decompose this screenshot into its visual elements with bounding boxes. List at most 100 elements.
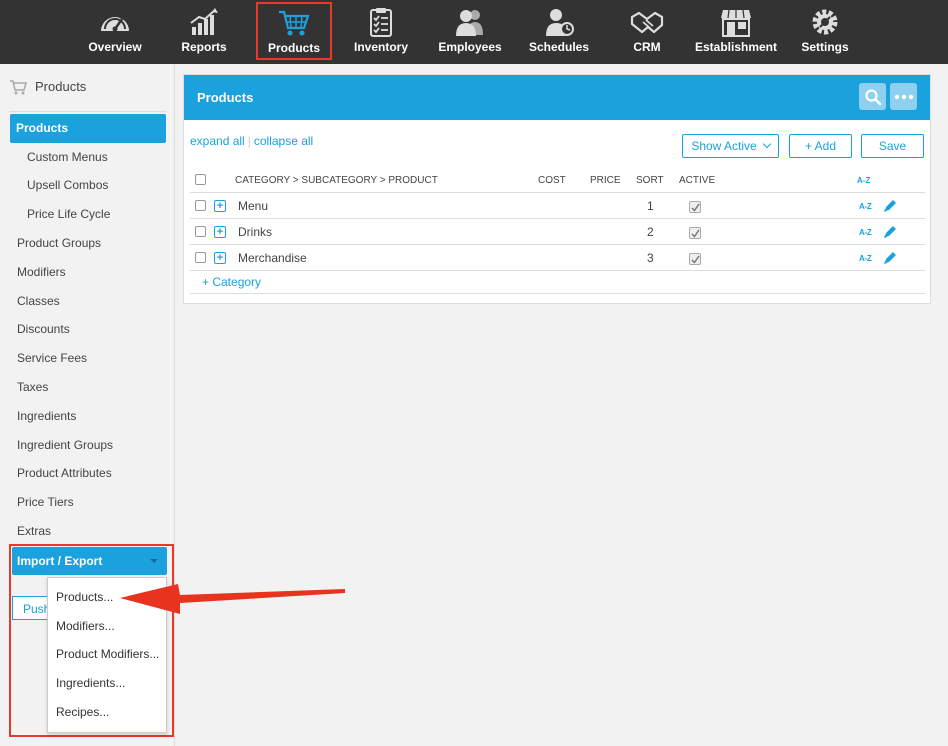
column-sort: SORT <box>636 175 664 186</box>
sort-az-all-button[interactable]: A-Z <box>857 176 870 185</box>
link-separator: | <box>247 134 251 148</box>
nav-overview-label: Overview <box>88 40 142 54</box>
row-name: Merchandise <box>238 251 307 265</box>
import-export-button[interactable]: Import / Export <box>12 547 167 575</box>
sidebar-item-discounts[interactable]: Discounts <box>17 322 70 336</box>
active-checkbox[interactable] <box>689 201 701 213</box>
sidebar-item-product-groups[interactable]: Product Groups <box>17 236 101 250</box>
sidebar-item-taxes[interactable]: Taxes <box>17 380 48 394</box>
nav-employees-label: Employees <box>438 40 502 54</box>
row-name: Menu <box>238 199 269 213</box>
import-export-highlight: Import / Export Push Products... Modifie… <box>9 544 174 737</box>
nav-products-label: Products <box>267 41 320 55</box>
nav-employees[interactable]: Employees <box>436 0 504 64</box>
sidebar-item-upsell-combos[interactable]: Upsell Combos <box>27 178 108 192</box>
column-cost: COST <box>538 175 566 186</box>
import-export-label: Import / Export <box>17 554 103 568</box>
nav-overview[interactable]: Overview <box>82 0 148 64</box>
sort-az-button[interactable]: A-Z <box>859 202 872 211</box>
cart-icon <box>10 80 27 95</box>
sidebar-item-custom-menus[interactable]: Custom Menus <box>27 150 108 164</box>
nav-schedules[interactable]: Schedules <box>526 0 592 64</box>
row-name: Drinks <box>238 225 273 239</box>
active-checkbox[interactable] <box>689 227 701 239</box>
nav-inventory-label: Inventory <box>353 40 408 54</box>
panel-title: Products <box>197 90 254 105</box>
column-active: ACTIVE <box>679 175 716 186</box>
search-button[interactable] <box>859 83 886 110</box>
sidebar-item-ingredients[interactable]: Ingredients <box>17 409 76 423</box>
add-button[interactable]: + Add <box>789 134 852 158</box>
panel-header: Products <box>184 75 930 120</box>
collapse-all-link[interactable]: collapse all <box>254 134 313 148</box>
nav-establishment-label: Establishment <box>694 40 778 54</box>
nav-products[interactable]: Products <box>256 2 332 60</box>
more-options-button[interactable] <box>890 83 917 110</box>
sidebar-item-service-fees[interactable]: Service Fees <box>17 351 87 365</box>
clipboard-icon <box>370 8 392 37</box>
sidebar-item-price-tiers[interactable]: Price Tiers <box>17 495 74 509</box>
sidebar-item-extras[interactable]: Extras <box>17 524 51 538</box>
nav-reports-label: Reports <box>181 40 227 54</box>
person-clock-icon <box>546 9 574 36</box>
expand-collapse-links: expand all | collapse all <box>190 134 313 148</box>
dropdown-item-product-modifiers[interactable]: Product Modifiers... <box>56 647 159 661</box>
active-checkbox[interactable] <box>689 253 701 265</box>
dropdown-item-recipes[interactable]: Recipes... <box>56 705 109 719</box>
dropdown-item-ingredients[interactable]: Ingredients... <box>56 676 125 690</box>
chevron-down-icon <box>762 139 771 149</box>
sort-az-button[interactable]: A-Z <box>859 228 872 237</box>
dropdown-item-modifiers[interactable]: Modifiers... <box>56 619 115 633</box>
select-all-checkbox[interactable] <box>195 174 206 185</box>
row-sort: 2 <box>647 225 654 239</box>
gauge-icon <box>101 17 129 32</box>
expand-plus-icon[interactable]: + <box>214 252 226 264</box>
table-row: + Merchandise 3 A-Z <box>190 245 925 271</box>
sidebar-item-product-attributes[interactable]: Product Attributes <box>17 466 112 480</box>
top-navigation-bar: Overview Reports Products Inventory Empl… <box>0 0 948 64</box>
row-checkbox[interactable] <box>195 226 206 237</box>
table-row: + Menu 1 A-Z <box>190 193 925 219</box>
nav-schedules-label: Schedules <box>528 40 590 54</box>
sidebar-item-products[interactable]: Products <box>10 114 166 143</box>
caret-down-icon <box>150 559 158 563</box>
column-price: PRICE <box>590 175 621 186</box>
sort-az-button[interactable]: A-Z <box>859 254 872 263</box>
show-active-select[interactable]: Show Active <box>682 134 779 158</box>
nav-crm[interactable]: CRM <box>624 0 670 64</box>
pencil-icon[interactable] <box>882 198 898 214</box>
sidebar-item-modifiers[interactable]: Modifiers <box>17 265 66 279</box>
save-button[interactable]: Save <box>861 134 924 158</box>
expand-all-link[interactable]: expand all <box>190 134 245 148</box>
expand-plus-icon[interactable]: + <box>214 226 226 238</box>
sidebar: Products Products Custom Menus Upsell Co… <box>0 64 175 746</box>
add-category-link[interactable]: + Category <box>202 275 261 289</box>
handshake-icon <box>630 11 664 34</box>
check-icon <box>691 255 700 264</box>
check-icon <box>691 229 700 238</box>
nav-inventory[interactable]: Inventory <box>350 0 412 64</box>
table-header: CATEGORY > SUBCATEGORY > PRODUCT COST PR… <box>190 168 925 193</box>
row-sort: 1 <box>647 199 654 213</box>
cart-icon <box>279 10 310 36</box>
pencil-icon[interactable] <box>882 250 898 266</box>
annotation-arrow-icon <box>120 584 345 614</box>
row-checkbox[interactable] <box>195 200 206 211</box>
sidebar-item-ingredient-groups[interactable]: Ingredient Groups <box>17 438 113 452</box>
dropdown-item-products[interactable]: Products... <box>56 590 113 604</box>
nav-settings-label: Settings <box>801 40 849 54</box>
sidebar-item-price-life-cycle[interactable]: Price Life Cycle <box>27 207 110 221</box>
show-active-label: Show Active <box>691 139 757 153</box>
check-icon <box>691 203 700 212</box>
nav-establishment[interactable]: Establishment <box>694 0 778 64</box>
nav-settings[interactable]: Settings <box>800 0 850 64</box>
expand-plus-icon[interactable]: + <box>214 200 226 212</box>
people-icon <box>456 10 483 36</box>
row-checkbox[interactable] <box>195 252 206 263</box>
sidebar-title: Products <box>35 79 87 94</box>
column-path: CATEGORY > SUBCATEGORY > PRODUCT <box>235 175 438 186</box>
nav-reports[interactable]: Reports <box>172 0 236 64</box>
sidebar-item-classes[interactable]: Classes <box>17 294 60 308</box>
pencil-icon[interactable] <box>882 224 898 240</box>
row-sort: 3 <box>647 251 654 265</box>
